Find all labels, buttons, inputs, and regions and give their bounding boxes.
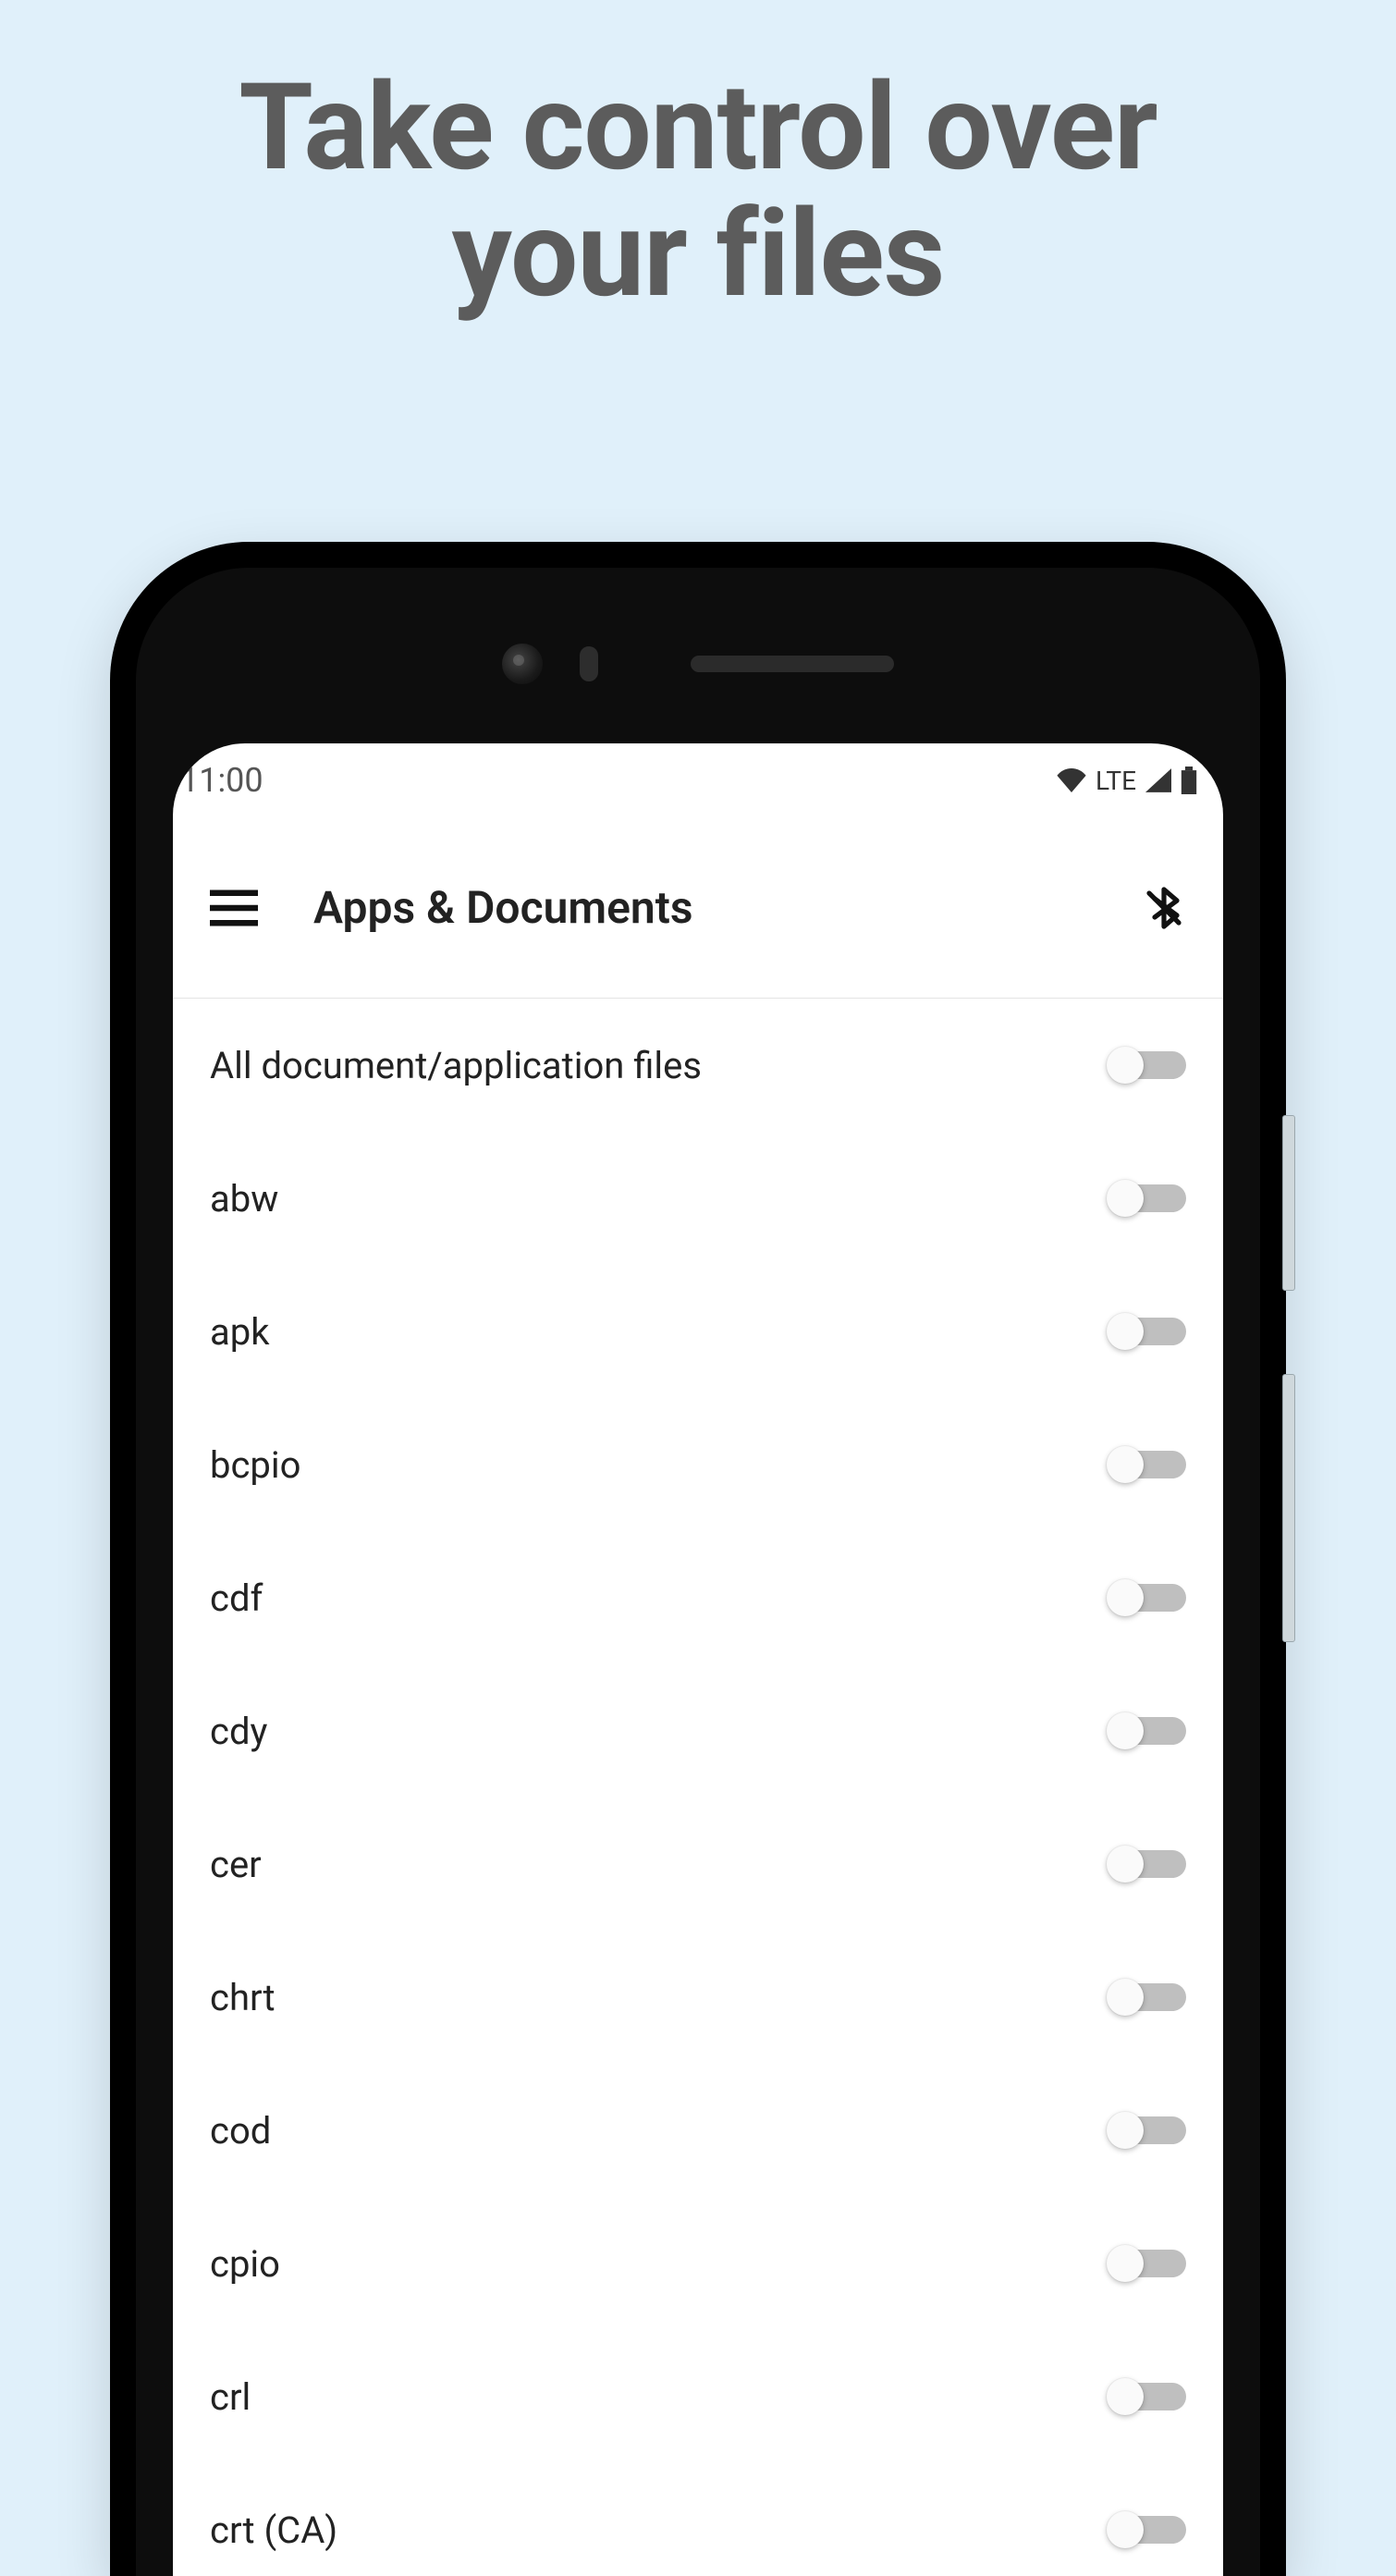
phone-speaker (691, 656, 894, 672)
list-item: cod (173, 2064, 1223, 2197)
list-item-label: crt (CA) (210, 2509, 337, 2552)
phone-sensor-bar (502, 644, 894, 684)
list-item-label: chrt (210, 1976, 276, 2019)
hero-title-line2: your files (452, 183, 945, 325)
list-item: All document/application files (173, 999, 1223, 1132)
toggle-thumb (1107, 2112, 1144, 2149)
toggle-thumb (1107, 2378, 1144, 2415)
list-item-label: All document/application files (210, 1044, 702, 1087)
phone-mockup: 11:00 LTE (110, 542, 1286, 2576)
list-item: cer (173, 1797, 1223, 1931)
toggle-switch[interactable] (1108, 1844, 1186, 1884)
toggle-switch[interactable] (1108, 2243, 1186, 2284)
list-item: abw (173, 1132, 1223, 1265)
app-bar: Apps & Documents (173, 817, 1223, 999)
toggle-thumb (1107, 2511, 1144, 2548)
phone-camera (502, 644, 543, 684)
phone-side-button (1282, 1374, 1295, 1642)
toggle-thumb (1107, 2245, 1144, 2282)
list-item: apk (173, 1265, 1223, 1398)
toggle-switch[interactable] (1108, 1178, 1186, 1219)
toggle-switch[interactable] (1108, 2376, 1186, 2417)
list-item: bcpio (173, 1398, 1223, 1531)
list-item-label: cer (210, 1843, 262, 1886)
wifi-icon (1057, 768, 1086, 792)
hero-title: Take control over your files (0, 65, 1396, 317)
list-item: cdy (173, 1664, 1223, 1797)
network-label: LTE (1096, 766, 1136, 796)
toggle-thumb (1107, 1979, 1144, 2016)
list-item: chrt (173, 1931, 1223, 2064)
toggle-thumb (1107, 1180, 1144, 1217)
list-item-label: crl (210, 2375, 251, 2419)
toggle-thumb (1107, 1446, 1144, 1483)
file-type-list: All document/application files abw apk bcpi… (173, 999, 1223, 2576)
list-item-label: bcpio (210, 1443, 300, 1487)
list-item-label: apk (210, 1310, 270, 1354)
toggle-switch[interactable] (1108, 1311, 1186, 1352)
phone-proximity-sensor (580, 646, 598, 681)
app-bar-title: Apps & Documents (313, 881, 1086, 934)
toggle-switch[interactable] (1108, 1977, 1186, 2018)
list-item: crl (173, 2330, 1223, 2463)
toggle-thumb (1107, 1846, 1144, 1883)
signal-icon (1145, 768, 1171, 792)
toggle-thumb (1107, 1579, 1144, 1616)
phone-side-button (1282, 1115, 1295, 1291)
toggle-switch[interactable] (1108, 2110, 1186, 2151)
status-indicators: LTE (1057, 766, 1197, 796)
list-item: cdf (173, 1531, 1223, 1664)
toggle-switch[interactable] (1108, 2509, 1186, 2550)
list-item-label: cdf (210, 1576, 263, 1620)
list-item: crt (CA) (173, 2463, 1223, 2576)
phone-screen: 11:00 LTE (173, 743, 1223, 2576)
menu-icon[interactable] (210, 889, 258, 926)
toggle-switch[interactable] (1108, 1444, 1186, 1485)
battery-icon (1181, 767, 1197, 794)
hero-title-line1: Take control over (239, 56, 1157, 198)
status-time: 11:00 (180, 761, 263, 800)
toggle-switch[interactable] (1108, 1577, 1186, 1618)
toggle-switch[interactable] (1108, 1045, 1186, 1086)
toggle-switch[interactable] (1108, 1711, 1186, 1751)
toggle-thumb (1107, 1047, 1144, 1084)
phone-bezel: 11:00 LTE (136, 568, 1260, 2576)
bluetooth-disabled-icon[interactable] (1142, 883, 1186, 933)
list-item-label: cdy (210, 1710, 267, 1753)
list-item-label: abw (210, 1177, 278, 1221)
list-item: cpio (173, 2197, 1223, 2330)
status-bar: 11:00 LTE (173, 743, 1223, 817)
toggle-thumb (1107, 1313, 1144, 1350)
list-item-label: cpio (210, 2242, 280, 2286)
list-item-label: cod (210, 2109, 271, 2153)
toggle-thumb (1107, 1712, 1144, 1749)
